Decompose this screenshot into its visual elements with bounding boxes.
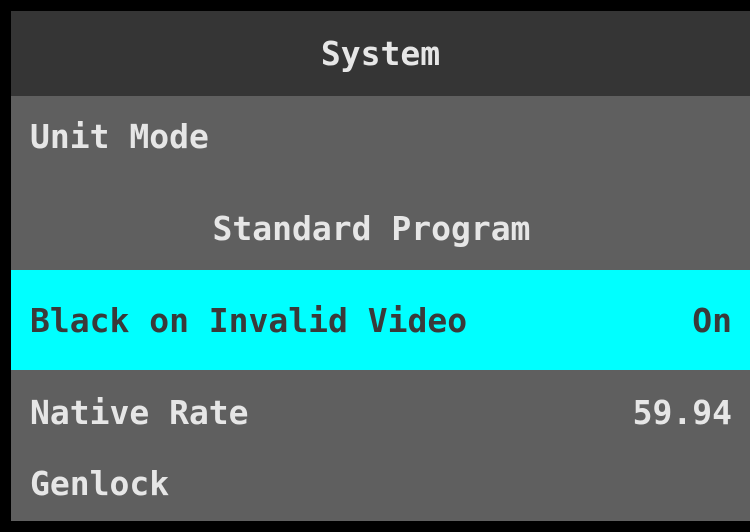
menu-title: System [320, 34, 441, 73]
menu-item-genlock[interactable]: Genlock [11, 438, 750, 528]
black-on-invalid-video-value: On [692, 300, 732, 340]
native-rate-label: Native Rate [30, 392, 249, 432]
genlock-label: Genlock [30, 463, 170, 503]
osd-menu-panel: System Unit Mode Standard Program Black … [0, 0, 750, 532]
menu-item-unit-mode[interactable]: Unit Mode [11, 89, 750, 183]
unit-mode-value-text: Standard Program [212, 208, 531, 248]
black-on-invalid-video-label: Black on Invalid Video [30, 300, 468, 340]
unit-mode-label: Unit Mode [30, 116, 209, 156]
menu-item-black-on-invalid-video[interactable]: Black on Invalid Video On [11, 270, 750, 370]
menu-header: System [11, 11, 750, 96]
unit-mode-value[interactable]: Standard Program [11, 181, 750, 275]
native-rate-value: 59.94 [632, 392, 732, 432]
